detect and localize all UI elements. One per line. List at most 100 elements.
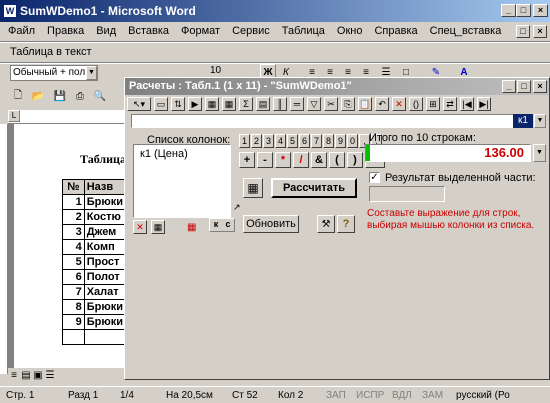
- menu-edit[interactable]: Правка: [41, 22, 90, 41]
- digit-button[interactable]: 6: [299, 134, 310, 148]
- digit-button[interactable]: 1: [239, 134, 250, 148]
- columns-list[interactable]: к1 (Цена): [133, 144, 231, 218]
- table-mini-icon[interactable]: ▦: [187, 222, 196, 233]
- status-rec[interactable]: ЗАП: [320, 390, 350, 401]
- table-to-text-button[interactable]: Таблица в текст: [10, 45, 92, 60]
- refresh-button[interactable]: Обновить: [243, 215, 299, 233]
- close-paren-button[interactable]: ): [347, 152, 363, 168]
- tab-stop-icon[interactable]: L: [8, 110, 20, 122]
- open-paren-button[interactable]: (: [329, 152, 345, 168]
- remove-column-icon[interactable]: ✕: [133, 220, 147, 234]
- status-ovr[interactable]: ЗАМ: [416, 390, 450, 401]
- digit-button[interactable]: 9: [335, 134, 346, 148]
- first-icon[interactable]: |◀: [460, 97, 474, 111]
- column-item[interactable]: к1 (Цена): [134, 145, 230, 163]
- selection-label: Результат выделенной части:: [385, 172, 536, 184]
- cell-icon[interactable]: ▭: [154, 97, 168, 111]
- menu-special-insert[interactable]: Спец_вставка: [424, 22, 508, 41]
- menu-file[interactable]: Файл: [2, 22, 41, 41]
- page: Таблица № Назв 1 Брюки 2 Костю 3 Джем 4 Комп…: [14, 124, 127, 368]
- grid2-icon[interactable]: ▦: [222, 97, 236, 111]
- print-icon[interactable]: ⎙: [72, 88, 88, 104]
- group-icon[interactable]: ⊞: [426, 97, 440, 111]
- k-c-toggle[interactable]: к с: [209, 218, 235, 232]
- digit-button[interactable]: 2: [251, 134, 262, 148]
- selection-checkbox[interactable]: ✓: [369, 172, 380, 183]
- delete-icon[interactable]: ✕: [392, 97, 406, 111]
- brackets-icon[interactable]: (): [409, 97, 423, 111]
- table-cell-name: Брюки: [83, 194, 127, 210]
- menu-tools[interactable]: Сервис: [226, 22, 276, 41]
- dialog-minimize-icon[interactable]: _: [502, 80, 516, 93]
- digit-button[interactable]: 3: [263, 134, 274, 148]
- grid-icon[interactable]: ▦: [205, 97, 219, 111]
- table-cell-num: 5: [62, 254, 85, 270]
- minimize-icon[interactable]: _: [501, 4, 516, 17]
- web-view-icon[interactable]: ▤: [20, 368, 32, 382]
- total-dropdown-icon[interactable]: ▼: [533, 144, 546, 162]
- style-combo[interactable]: Обычный + пол: [10, 65, 98, 81]
- menu-help[interactable]: Справка: [368, 22, 423, 41]
- print-view-icon[interactable]: ▣: [32, 368, 44, 382]
- menu-window[interactable]: Окно: [331, 22, 369, 41]
- status-trk[interactable]: ИСПР: [350, 390, 386, 401]
- swap-icon[interactable]: ⇄: [443, 97, 457, 111]
- digit-button[interactable]: 7: [311, 134, 322, 148]
- close-icon[interactable]: ×: [533, 4, 548, 17]
- column-grid-icon[interactable]: ▦: [151, 220, 165, 234]
- plus-button[interactable]: +: [239, 152, 255, 168]
- status-ext[interactable]: ВДЛ: [386, 390, 416, 401]
- expand-icon[interactable]: ⇅: [171, 97, 185, 111]
- calculate-button[interactable]: Рассчитать: [271, 178, 357, 198]
- cell-ref-dropdown-icon[interactable]: ▼: [534, 114, 546, 128]
- open-icon[interactable]: 📂: [30, 88, 46, 104]
- pointer-select-icon[interactable]: ↖▾: [127, 97, 151, 111]
- paste-icon[interactable]: 📋: [358, 97, 372, 111]
- font-size-value[interactable]: 10: [210, 65, 250, 77]
- next-icon[interactable]: ▶: [188, 97, 202, 111]
- dialog-maximize-icon[interactable]: □: [517, 80, 531, 93]
- print-preview-icon[interactable]: 🔍: [92, 88, 108, 104]
- style-dropdown-icon[interactable]: ▼: [86, 66, 97, 80]
- help-icon[interactable]: ?: [337, 215, 355, 233]
- c-label[interactable]: с: [222, 219, 234, 231]
- new-document-icon[interactable]: 🗋: [10, 88, 26, 104]
- menu-view[interactable]: Вид: [90, 22, 122, 41]
- normal-view-icon[interactable]: ≡: [8, 368, 20, 382]
- menu-insert[interactable]: Вставка: [122, 22, 175, 41]
- multiply-button[interactable]: *: [275, 152, 291, 168]
- tools-icon[interactable]: ⚒: [317, 215, 335, 233]
- copy-icon[interactable]: ⎘: [341, 97, 355, 111]
- concat-button[interactable]: &: [311, 152, 327, 168]
- menu-format[interactable]: Формат: [175, 22, 226, 41]
- k-label[interactable]: к: [210, 219, 222, 231]
- table-icon[interactable]: ▤: [256, 97, 270, 111]
- doc-restore-icon[interactable]: □: [516, 25, 530, 38]
- minus-button[interactable]: -: [257, 152, 273, 168]
- rows-icon[interactable]: ═: [290, 97, 304, 111]
- cut-icon[interactable]: ✂: [324, 97, 338, 111]
- status-bar: Стр. 1 Разд 1 1/4 На 20,5см Ст 52 Кол 2 …: [0, 386, 550, 403]
- undo-icon[interactable]: ↶: [375, 97, 389, 111]
- table-cell-name: Брюки: [83, 299, 127, 315]
- digit-button[interactable]: 0: [347, 134, 358, 148]
- digit-button[interactable]: 8: [323, 134, 334, 148]
- table-header-name: Назв: [83, 179, 127, 195]
- divide-button[interactable]: /: [293, 152, 309, 168]
- outline-view-icon[interactable]: ☰: [44, 368, 56, 382]
- cell-ref-field[interactable]: к1: [513, 114, 533, 128]
- table-cell-num: 3: [62, 224, 85, 240]
- last-icon[interactable]: ▶|: [477, 97, 491, 111]
- save-icon[interactable]: 💾: [52, 88, 68, 104]
- dialog-close-icon[interactable]: ×: [533, 80, 547, 93]
- doc-close-icon[interactable]: ×: [533, 25, 547, 38]
- digit-button[interactable]: 5: [287, 134, 298, 148]
- maximize-icon[interactable]: □: [516, 4, 531, 17]
- digit-button[interactable]: 4: [275, 134, 286, 148]
- expression-input[interactable]: [131, 114, 515, 128]
- calculator-icon[interactable]: ▦: [243, 178, 263, 198]
- sum-icon[interactable]: Σ: [239, 97, 253, 111]
- filter-icon[interactable]: ▽: [307, 97, 321, 111]
- cols-icon[interactable]: ║: [273, 97, 287, 111]
- menu-table[interactable]: Таблица: [276, 22, 331, 41]
